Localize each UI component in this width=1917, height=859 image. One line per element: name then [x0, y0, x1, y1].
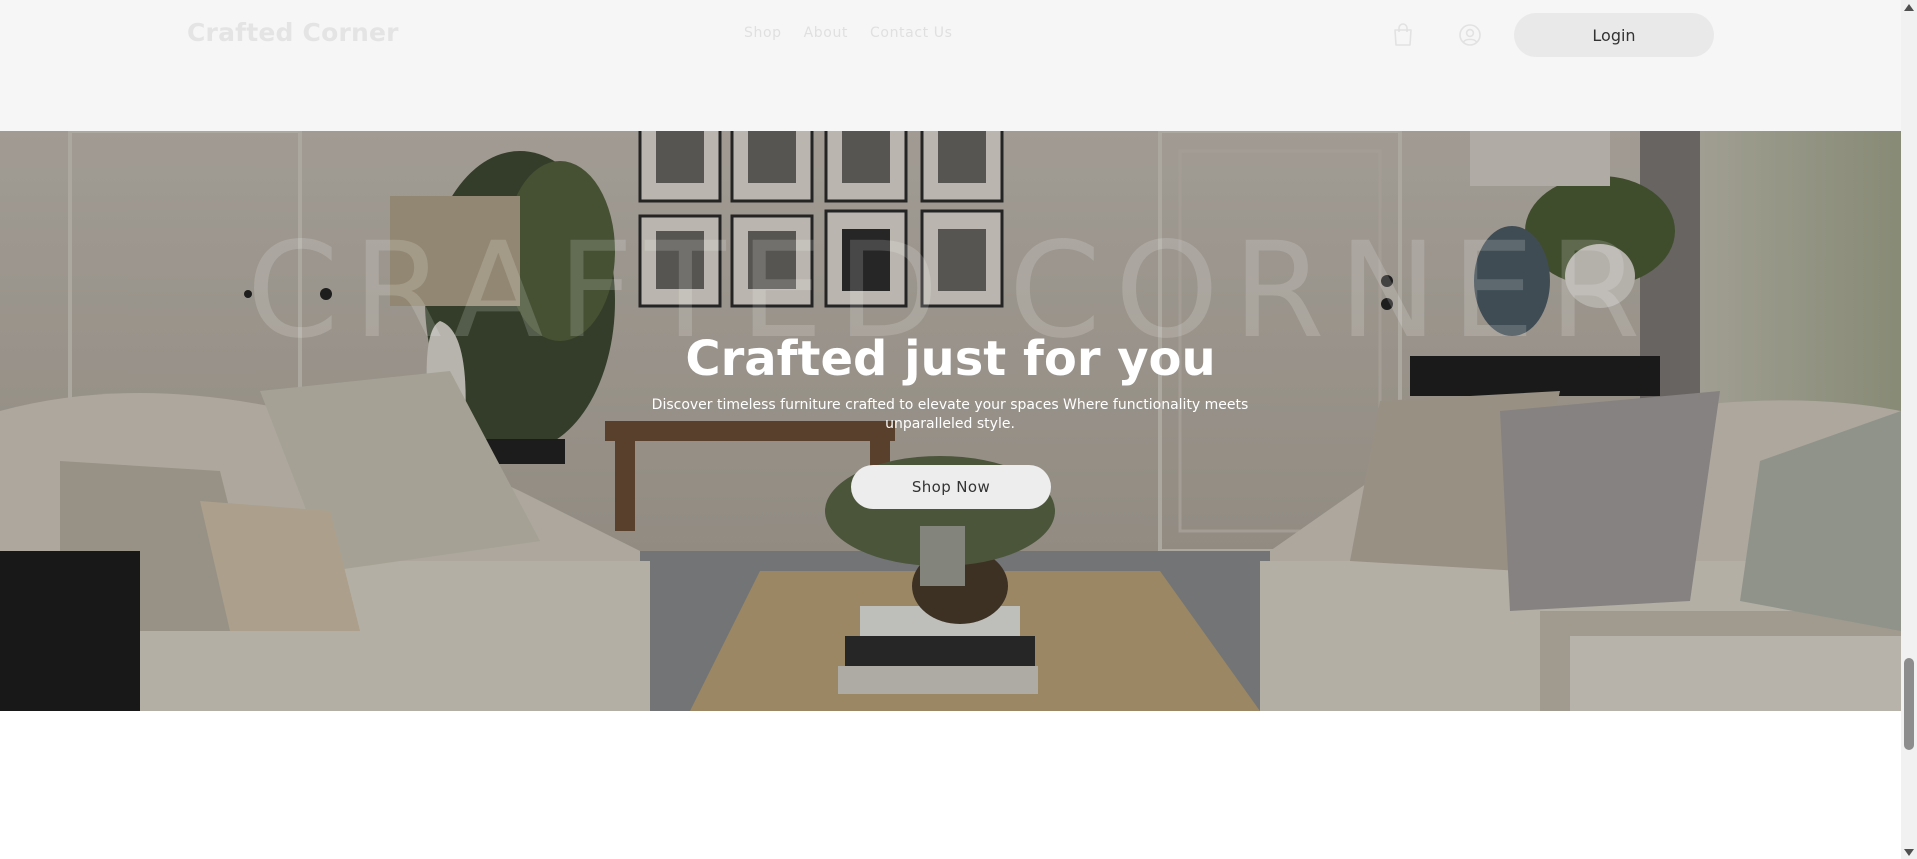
nav-link-shop[interactable]: Shop [744, 25, 782, 41]
scroll-down-arrow-icon[interactable] [1904, 849, 1914, 856]
nav-link-about[interactable]: About [804, 25, 848, 41]
main-nav: Shop About Contact Us [744, 25, 953, 41]
user-circle-icon [1459, 24, 1481, 46]
hero-section: CRAFTED CORNER Crafted just for you Disc… [0, 131, 1901, 711]
account-button[interactable] [1453, 18, 1487, 52]
scroll-thumb[interactable] [1904, 658, 1914, 750]
nav-link-contact[interactable]: Contact Us [870, 25, 952, 41]
hero-title: Crafted just for you [685, 331, 1216, 387]
cart-button[interactable] [1386, 18, 1420, 52]
login-button[interactable]: Login [1514, 13, 1714, 57]
shop-now-button[interactable]: Shop Now [851, 465, 1051, 509]
hero-subtitle: Discover timeless furniture crafted to e… [651, 397, 1249, 432]
page: Crafted Corner Shop About Contact Us Log… [0, 0, 1917, 859]
site-header: Crafted Corner Shop About Contact Us Log… [0, 0, 1901, 131]
scroll-up-arrow-icon[interactable] [1904, 4, 1914, 11]
shopping-bag-icon [1394, 23, 1412, 46]
page-scrollbar[interactable] [1901, 0, 1917, 859]
site-logo[interactable]: Crafted Corner [187, 18, 399, 47]
